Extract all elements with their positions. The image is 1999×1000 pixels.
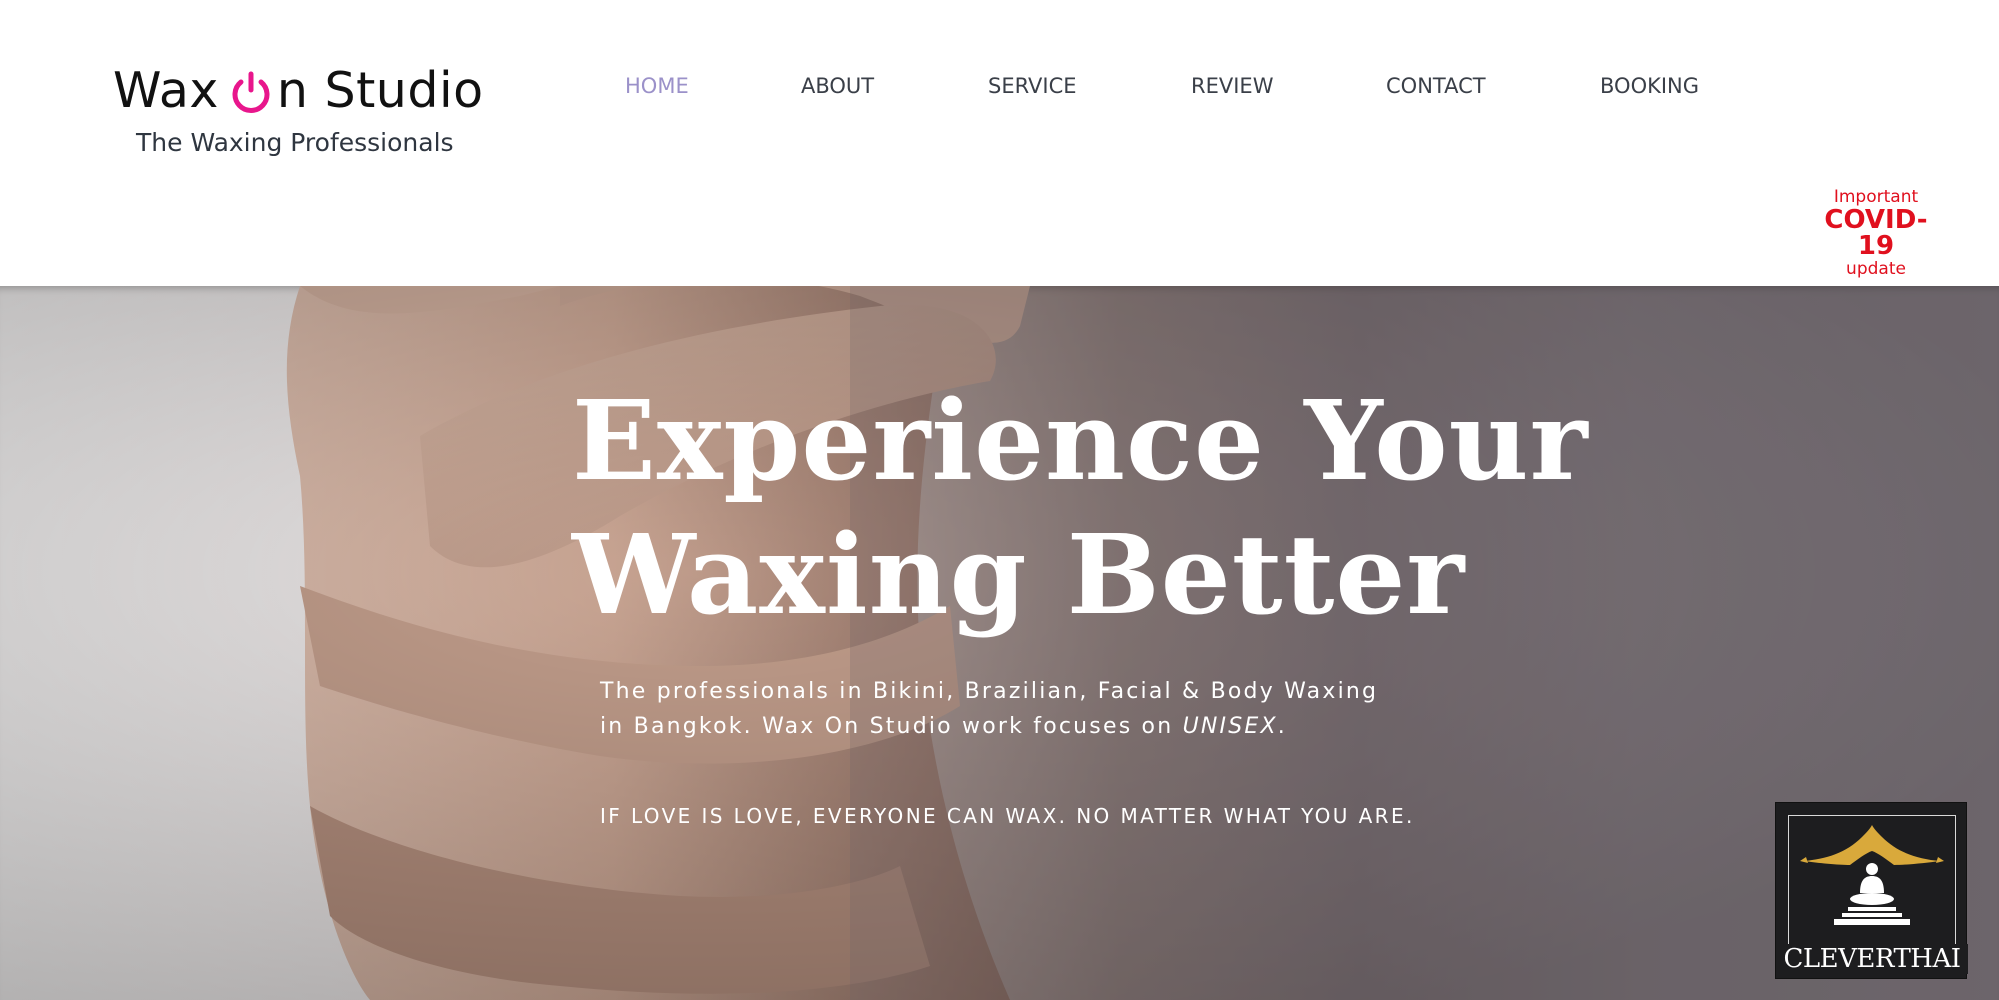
nav-item-contact[interactable]: CONTACT xyxy=(1386,74,1486,98)
nav-item-service[interactable]: SERVICE xyxy=(988,74,1077,98)
hero-title-line-2: Waxing Better xyxy=(572,510,1466,639)
covid-line-1: Important xyxy=(1833,187,1919,207)
page: Wax n Studio The Waxing Professionals HO… xyxy=(0,0,1999,1000)
hero-subtitle: The professionals in Bikini, Brazilian, … xyxy=(600,674,1600,744)
nav-item-review[interactable]: REVIEW xyxy=(1191,74,1273,98)
hero-section: Experience Your Waxing Better The profes… xyxy=(0,286,1999,1000)
buddha-temple-icon xyxy=(1800,825,1944,925)
site-header: Wax n Studio The Waxing Professionals HO… xyxy=(0,0,1999,286)
cleverthai-watermark: CLEVERTHAI xyxy=(1775,802,1968,979)
main-nav: HOME ABOUT SERVICE REVIEW CONTACT BOOKIN… xyxy=(0,74,1999,104)
hero-subtitle-period: . xyxy=(1277,714,1287,739)
covid-update-link[interactable]: Important COVID-19 update xyxy=(1808,187,1944,279)
nav-item-booking[interactable]: BOOKING xyxy=(1600,74,1699,98)
watermark-label: CLEVERTHAI xyxy=(1776,944,1968,974)
brand-tagline: The Waxing Professionals xyxy=(136,128,454,157)
nav-item-home[interactable]: HOME xyxy=(625,74,689,98)
hero-subtitle-line-1: The professionals in Bikini, Brazilian, … xyxy=(600,679,1379,704)
covid-line-3: update xyxy=(1846,259,1906,279)
hero-title-line-1: Experience Your xyxy=(572,376,1589,505)
hero-subtitle-line-2: in Bangkok. Wax On Studio work focuses o… xyxy=(600,709,1600,744)
covid-line-2: COVID-19 xyxy=(1824,205,1928,261)
nav-item-about[interactable]: ABOUT xyxy=(801,74,874,98)
hero-title: Experience Your Waxing Better xyxy=(572,374,1589,642)
hero-subtitle-emphasis: UNISEX xyxy=(1182,714,1278,739)
hero-subtitle-line-2-text: in Bangkok. Wax On Studio work focuses o… xyxy=(600,714,1183,739)
hero-motto: IF LOVE IS LOVE, EVERYONE CAN WAX. NO MA… xyxy=(600,804,1415,828)
